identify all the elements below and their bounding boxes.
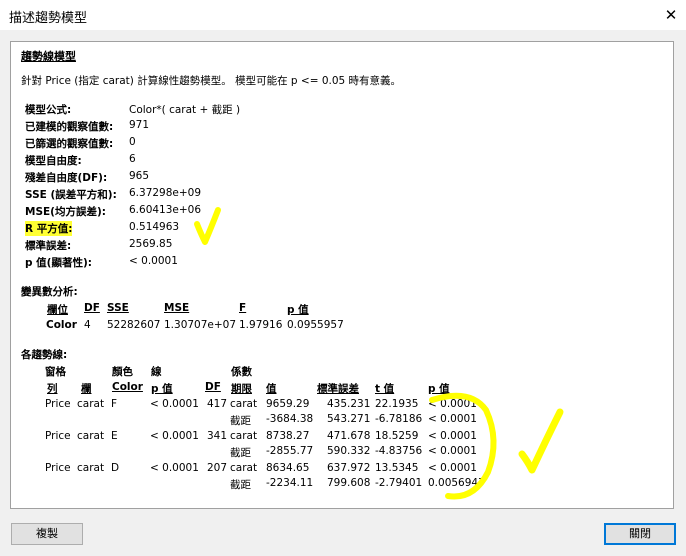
close-button[interactable]: 關閉 xyxy=(604,523,676,545)
checkmark-annotation xyxy=(194,207,221,245)
circle-annotation xyxy=(429,392,497,500)
checkmark-annotation xyxy=(518,408,564,474)
copy-button[interactable]: 複製 xyxy=(11,523,83,545)
annotation-marks xyxy=(194,207,564,500)
